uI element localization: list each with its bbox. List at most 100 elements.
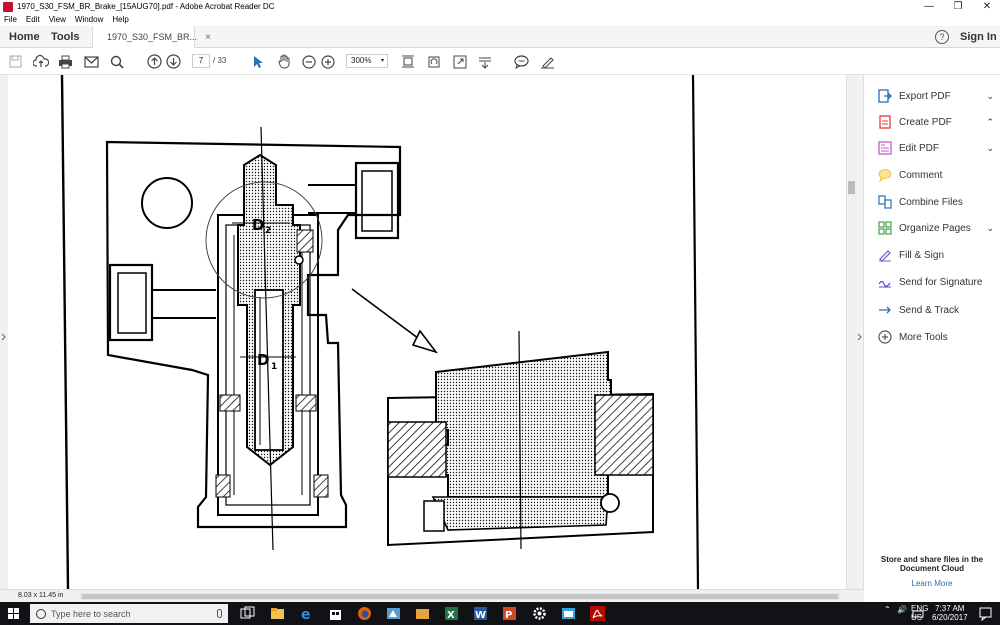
file-explorer-icon[interactable] (270, 606, 285, 621)
status-bar: 8.03 x 11.45 in (0, 589, 864, 602)
excel-icon[interactable]: X (444, 606, 459, 621)
volume-icon[interactable]: 🔊 (897, 605, 907, 614)
folder-app-icon[interactable] (415, 606, 430, 621)
horizontal-scrollbar[interactable] (80, 593, 840, 600)
rotate-icon[interactable] (425, 53, 442, 70)
cortana-icon (36, 608, 46, 619)
help-icon[interactable]: ? (935, 30, 949, 44)
tool-create-pdf[interactable]: Create PDF ⌃ (878, 113, 994, 131)
acrobat-app-icon (3, 1, 13, 12)
svg-text:D: D (252, 216, 264, 234)
taskbar: Type here to search e X W P ⌃ 🔊 ENG US 7… (0, 602, 1000, 625)
organize-pages-icon (878, 221, 892, 235)
learn-more-link[interactable]: Learn More (864, 579, 1000, 588)
previous-page-icon[interactable] (146, 53, 163, 70)
fit-page-icon[interactable] (399, 53, 416, 70)
tool-more-tools[interactable]: More Tools (878, 328, 994, 346)
scrollbar-thumb[interactable] (848, 181, 855, 194)
chevron-up-icon[interactable]: ⌃ (986, 117, 994, 128)
tab-tools[interactable]: Tools (51, 26, 80, 48)
tool-combine-files[interactable]: Combine Files (878, 193, 994, 211)
chevron-up-icon[interactable]: ⌃ (884, 605, 891, 614)
close-window-button[interactable]: ✕ (972, 0, 1000, 13)
tool-label: Export PDF (899, 90, 951, 102)
minimize-button[interactable]: — (914, 0, 944, 13)
chevron-down-icon[interactable]: ⌄ (986, 91, 994, 102)
search-icon[interactable] (108, 53, 125, 70)
tool-label: Fill & Sign (899, 249, 945, 261)
tool-export-pdf[interactable]: Export PDF ⌄ (878, 87, 994, 105)
tool-comment[interactable]: Comment (878, 166, 994, 184)
firefox-icon[interactable] (357, 606, 372, 621)
restore-button[interactable]: ❐ (943, 0, 973, 13)
menu-edit[interactable]: Edit (26, 15, 40, 24)
microphone-icon[interactable] (217, 609, 222, 618)
highlight-pen-icon[interactable] (539, 53, 556, 70)
windows-start-icon[interactable] (8, 608, 19, 619)
chevron-down-icon[interactable]: ⌄ (986, 143, 994, 154)
word-icon[interactable]: W (473, 606, 488, 621)
language-indicator[interactable]: ENG US (911, 604, 928, 622)
sign-in-link[interactable]: Sign In (960, 31, 997, 43)
full-screen-icon[interactable] (451, 53, 468, 70)
title-bar: 1970_S30_FSM_BR_Brake_[15AUG70].pdf - Ad… (0, 0, 1000, 13)
page-total: / 33 (213, 56, 227, 65)
task-view-icon[interactable] (240, 606, 255, 621)
tab-bar: Home Tools 1970_S30_FSM_BR... × ? Sign I… (0, 26, 1000, 48)
upload-cloud-icon[interactable] (32, 53, 49, 70)
app-window-icon[interactable] (561, 606, 576, 621)
tab-document-label: 1970_S30_FSM_BR... (107, 32, 198, 42)
page-size: 8.03 x 11.45 in (18, 592, 64, 599)
left-panel-collapsed[interactable] (0, 75, 8, 589)
acrobat-taskbar-icon[interactable] (590, 606, 605, 621)
page-number-input[interactable]: 7 (192, 54, 210, 68)
menu-bar: File Edit View Window Help (0, 13, 1000, 26)
tool-send-for-signature[interactable]: Send for Signature (878, 273, 994, 291)
clock[interactable]: 7:37 AM 6/20/2017 (932, 604, 968, 622)
print-icon[interactable] (57, 53, 74, 70)
zoom-in-icon[interactable] (319, 53, 336, 70)
tool-organize-pages[interactable]: Organize Pages ⌄ (878, 219, 994, 237)
tab-close-icon[interactable]: × (205, 32, 211, 43)
menu-help[interactable]: Help (112, 15, 128, 24)
next-page-icon[interactable] (165, 53, 182, 70)
tab-document[interactable]: 1970_S30_FSM_BR... × (92, 26, 211, 48)
combine-files-icon (878, 195, 892, 209)
settings-gear-icon[interactable] (532, 606, 547, 621)
zoom-out-icon[interactable] (300, 53, 317, 70)
send-track-icon (879, 306, 891, 314)
tool-label: Organize Pages (899, 222, 971, 234)
document-viewport[interactable]: D 2 D 1 (8, 75, 846, 589)
vertical-scrollbar[interactable] (846, 75, 856, 589)
tool-fill-sign[interactable]: Fill & Sign (878, 246, 994, 264)
window-title: 1970_S30_FSM_BR_Brake_[15AUG70].pdf - Ad… (17, 2, 275, 11)
taskbar-search-input[interactable]: Type here to search (30, 604, 228, 623)
tool-send-track[interactable]: Send & Track (878, 301, 994, 319)
app-icon[interactable] (386, 606, 401, 621)
select-cursor-icon[interactable] (249, 53, 266, 70)
right-pane-toggle[interactable] (856, 75, 864, 589)
scrollbar-thumb[interactable] (82, 594, 838, 599)
chevron-down-icon[interactable]: ⌄ (986, 223, 994, 234)
svg-text:P: P (505, 610, 512, 621)
menu-window[interactable]: Window (75, 15, 103, 24)
store-icon[interactable] (328, 606, 343, 621)
scroll-mode-icon[interactable] (476, 53, 493, 70)
edge-browser-icon[interactable]: e (299, 606, 314, 621)
tool-edit-pdf[interactable]: Edit PDF ⌄ (878, 139, 994, 157)
email-icon[interactable] (83, 53, 100, 70)
fill-sign-icon (879, 250, 891, 262)
tab-home[interactable]: Home (9, 26, 40, 48)
export-pdf-icon (878, 89, 892, 103)
edit-pdf-icon (878, 141, 892, 155)
hand-tool-icon[interactable] (275, 53, 292, 70)
language-code: ENG (911, 604, 929, 613)
zoom-select[interactable]: 300% ▾ (346, 54, 388, 68)
comment-icon[interactable] (513, 53, 530, 70)
menu-view[interactable]: View (49, 15, 66, 24)
region-code: US (911, 613, 923, 622)
save-icon[interactable] (7, 53, 24, 70)
menu-file[interactable]: File (4, 15, 17, 24)
powerpoint-icon[interactable]: P (502, 606, 517, 621)
notifications-icon[interactable] (978, 606, 993, 621)
